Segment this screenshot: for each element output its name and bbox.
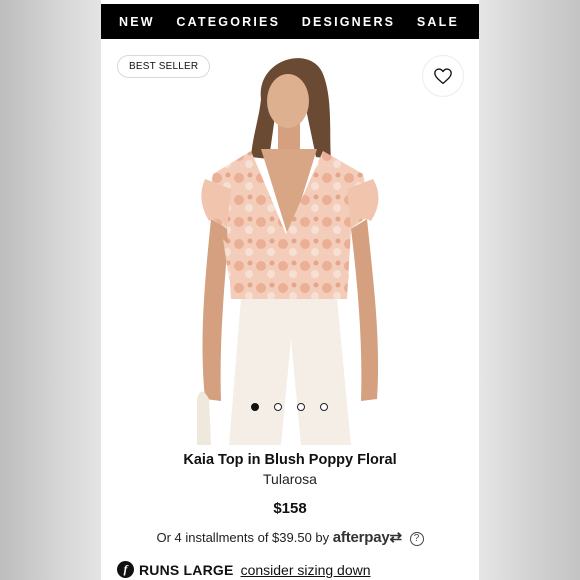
best-seller-badge: BEST SELLER (117, 55, 211, 78)
nav-item-sale[interactable]: SALE (417, 15, 459, 29)
carousel-dot-2[interactable] (274, 403, 282, 411)
afterpay-installments: Or 4 installments of $39.50 by afterpay⇄… (101, 528, 479, 546)
mobile-screen: NEW CATEGORIES DESIGNERS SALE BEST SELLE… (101, 0, 479, 580)
heart-outline-icon (434, 68, 452, 85)
product-brand-link[interactable]: Tularosa (101, 471, 479, 487)
product-photo (197, 58, 379, 445)
afterpay-logo[interactable]: afterpay⇄ (333, 529, 402, 546)
wishlist-button[interactable] (422, 55, 464, 97)
nav-item-designers[interactable]: DESIGNERS (302, 15, 395, 29)
carousel-dot-3[interactable] (297, 403, 305, 411)
product-image-carousel[interactable]: BEST SELLER (101, 39, 479, 445)
product-title: Kaia Top in Blush Poppy Floral (183, 452, 397, 468)
carousel-dot-4[interactable] (320, 403, 328, 411)
fit-label: RUNS LARGE (139, 561, 234, 578)
product-price: $158 (273, 500, 307, 517)
afterpay-arrows-icon: ⇄ (389, 529, 403, 546)
fit-predictor-icon: f (117, 561, 134, 578)
installments-text: Or 4 installments of $39.50 by (156, 530, 330, 545)
background-left (0, 0, 101, 580)
nav-item-categories[interactable]: CATEGORIES (176, 15, 280, 29)
sizing-advice-link[interactable]: consider sizing down (241, 562, 371, 578)
background-right (479, 0, 580, 580)
question-circle-icon[interactable]: ? (409, 532, 424, 546)
afterpay-wordmark: afterpay (332, 529, 390, 546)
fit-advice: f RUNS LARGE consider sizing down (117, 561, 371, 578)
carousel-dot-1[interactable] (251, 403, 259, 411)
top-navigation: NEW CATEGORIES DESIGNERS SALE (101, 4, 479, 39)
carousel-pagination (251, 403, 328, 411)
nav-item-new[interactable]: NEW (119, 15, 155, 29)
